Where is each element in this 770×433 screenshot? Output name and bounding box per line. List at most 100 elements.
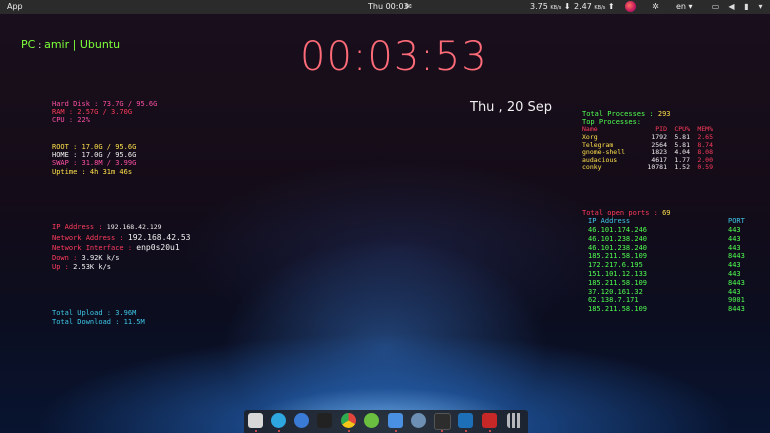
settings-gear-icon[interactable]: ✲ <box>651 2 660 11</box>
settings-icon[interactable] <box>294 413 309 428</box>
running-indicator <box>278 430 280 432</box>
ram-stat: RAM : 2.57G / 3.70G <box>52 108 133 117</box>
arrow-up-icon: ⬆ <box>607 2 615 11</box>
ip-value: 192.168.42.129 <box>106 223 162 231</box>
ports-table-header: IP Address PORT <box>582 217 745 226</box>
port-ip: 62.138.7.171 <box>588 296 639 305</box>
open-ports-label: Total open ports : <box>582 209 658 217</box>
net-up-value: 2.47 <box>574 2 592 11</box>
table-row: 46.101.174.246 443 <box>582 226 745 235</box>
port-number: 443 <box>728 287 741 296</box>
net-down-indicator[interactable]: 3.75 KB/s ⬇ <box>530 2 571 11</box>
port-number: 8443 <box>728 252 745 261</box>
port-ip: 185.211.58.109 <box>588 278 648 287</box>
net-up-unit: KB/s <box>594 5 606 11</box>
port-number: 443 <box>728 226 741 234</box>
cpu-stat: CPU : 22% <box>52 116 90 125</box>
running-indicator <box>348 430 350 432</box>
top-bar: App Thu 00:03 ✉ 3.75 KB/s ⬇ 2.47 KB/s ⬆ … <box>0 0 770 14</box>
root-stat: ROOT : 17.0G / 95.6G <box>52 143 137 151</box>
app-grid-icon[interactable] <box>507 413 522 428</box>
table-row: 46.101.238.240 443 <box>582 235 745 244</box>
port-ip: 37.120.161.32 <box>588 287 643 296</box>
col-port: PORT <box>728 217 745 226</box>
dictionary-icon[interactable] <box>482 413 497 428</box>
hard-disk-stat: Hard Disk : 73.7G / 95.6G <box>52 100 158 108</box>
volume-icon[interactable]: ◀ <box>727 2 736 11</box>
ports-panel: Total open ports : 69 IP Address PORT 46… <box>582 209 745 314</box>
up-label: Up : <box>52 263 69 271</box>
ports-table: IP Address PORT 46.101.174.246 443 46.101… <box>582 217 745 314</box>
chrome-icon[interactable] <box>341 413 356 428</box>
table-row: 46.101.238.240 443 <box>582 244 745 253</box>
system-stats: Hard Disk : 73.7G / 95.6G RAM : 2.57G / … <box>52 100 157 125</box>
table-row: conky 10781 1.52 0.59 <box>582 164 718 172</box>
port-number: 9001 <box>728 296 745 305</box>
pc-separator: : <box>35 41 45 51</box>
process-name: conky <box>582 163 602 172</box>
topbar-clock[interactable]: Thu 00:03 <box>368 2 409 11</box>
language-selector[interactable]: en ▾ <box>676 2 693 11</box>
port-ip: 172.217.6.195 <box>588 261 643 270</box>
running-indicator <box>255 430 257 432</box>
swap-stat: SWAP : 31.8M / 3.99G <box>52 159 137 168</box>
port-number: 443 <box>728 261 741 270</box>
chevron-down-icon[interactable]: ▾ <box>756 2 765 11</box>
process-mem: 0.59 <box>697 163 713 172</box>
mail-icon: ✉ <box>405 2 412 11</box>
ip-label: IP Address : <box>52 223 103 231</box>
total-processes-value: 293 <box>657 110 671 118</box>
activities-button[interactable]: App <box>7 2 23 11</box>
port-ip: 185.211.58.109 <box>588 252 648 261</box>
total-download: Total Download : 11.5M <box>52 318 145 326</box>
port-number: 443 <box>728 243 741 252</box>
process-cpu: 1.52 <box>674 163 690 172</box>
disks-icon[interactable] <box>411 413 426 428</box>
battery-icon[interactable]: ▮ <box>742 2 751 11</box>
dock <box>244 410 528 433</box>
net-down-unit: KB/s <box>550 5 562 11</box>
total-transfer: Total Upload : 3.96M Total Download : 11… <box>52 309 145 327</box>
total-upload: Total Upload : 3.96M <box>52 309 137 317</box>
vscode-icon[interactable] <box>458 413 473 428</box>
display-icon[interactable]: ▭ <box>711 2 720 11</box>
netaddr-value: 192.168.42.53 <box>127 232 191 242</box>
running-indicator <box>395 430 397 432</box>
telegram-icon[interactable] <box>271 413 286 428</box>
network-stats: IP Address : 192.168.42.129 Network Addr… <box>52 223 191 273</box>
home-stat: HOME : 17.0G / 95.6G <box>52 151 137 160</box>
user-avatar-icon[interactable] <box>625 1 636 12</box>
files-icon[interactable] <box>248 413 263 428</box>
pc-name: PC : amir | Ubuntu <box>21 38 120 51</box>
port-number: 443 <box>728 269 741 278</box>
running-indicator <box>489 430 491 432</box>
net-up-indicator[interactable]: 2.47 KB/s ⬆ <box>574 2 615 11</box>
process-panel: Total Processes : 293 Top Processes: Nam… <box>582 110 718 172</box>
terminal-icon[interactable] <box>434 413 451 430</box>
up-value: 2.53K k/s <box>73 263 112 271</box>
pc-hostname: amir | Ubuntu <box>44 38 121 51</box>
table-row: 62.138.7.171 9001 <box>582 296 745 305</box>
bluetooth-icon[interactable] <box>388 413 403 428</box>
process-pid: 10781 <box>647 163 667 172</box>
port-ip: 46.101.174.246 <box>588 226 648 234</box>
table-row: 185.211.58.109 8443 <box>582 279 745 288</box>
net-down-value: 3.75 <box>530 2 548 11</box>
iface-value: enp0s20u1 <box>136 243 180 252</box>
date-display: Thu , 20 Sep <box>470 100 552 115</box>
iface-label: Network Interface : <box>52 244 133 252</box>
table-row: 185.211.58.109 8443 <box>582 305 745 314</box>
globe-icon[interactable] <box>364 413 379 428</box>
chevron-down-icon: ▾ <box>688 2 693 11</box>
port-ip: 46.101.238.240 <box>588 234 648 243</box>
inkscape-icon[interactable] <box>317 413 332 428</box>
port-ip: 185.211.58.109 <box>588 305 648 314</box>
table-row: 37.120.161.32 443 <box>582 288 745 297</box>
language-label: en <box>676 2 686 11</box>
down-label: Down : <box>52 253 78 262</box>
process-table: Name PID CPU% MEM% Xorg 1792 5.81 2.65 T… <box>582 126 718 172</box>
total-processes-label: Total Processes : <box>582 110 654 118</box>
table-row: 185.211.58.109 8443 <box>582 252 745 261</box>
table-row: 172.217.6.195 443 <box>582 261 745 270</box>
running-indicator <box>465 430 467 432</box>
